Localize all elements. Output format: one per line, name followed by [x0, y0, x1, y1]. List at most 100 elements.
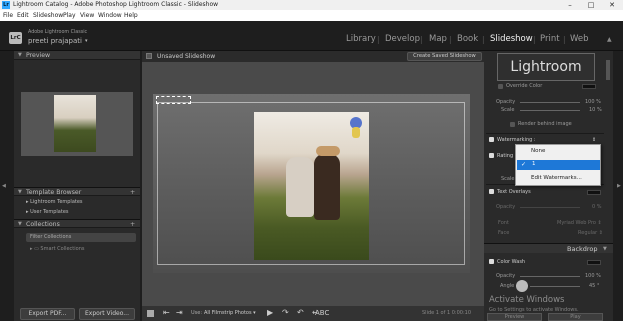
menu-file[interactable]: File — [3, 12, 13, 19]
module-separator: | — [377, 35, 380, 44]
watermarking-dropdown-icon[interactable]: ⇕ — [592, 137, 596, 143]
module-develop[interactable]: Develop — [385, 34, 420, 44]
export-video-button[interactable]: Export Video... — [79, 308, 135, 320]
minimize-button[interactable]: – — [560, 0, 580, 10]
module-book[interactable]: Book — [457, 34, 478, 44]
rotate-icon[interactable]: ↷ — [282, 308, 289, 317]
user-name[interactable]: preeti prajapati — [28, 37, 82, 45]
font-dropdown[interactable]: Myriad Web Pro ⇕ — [557, 220, 602, 226]
use-value: All Filmstrip Photos — [204, 310, 252, 316]
user-dropdown-icon[interactable]: ▾ — [85, 38, 88, 44]
template-browser-title: Template Browser — [26, 189, 82, 196]
play-button[interactable]: Play — [548, 313, 603, 321]
person-figure — [314, 154, 340, 220]
smart-collections-label: Smart Collections — [40, 246, 85, 252]
module-map[interactable]: Map — [429, 34, 447, 44]
backdrop-title: Backdrop — [567, 245, 598, 253]
template-folder-lightroom[interactable]: ▸ Lightroom Templates — [26, 199, 83, 205]
previous-slide-icon[interactable]: ⇤ — [163, 308, 170, 317]
angle-slider[interactable] — [530, 286, 580, 287]
wash-opacity-value[interactable]: 100 % — [585, 273, 601, 279]
slideshow-icon — [146, 53, 152, 59]
font-value: Myriad Web Pro — [557, 220, 596, 226]
opacity-value[interactable]: 100 % — [585, 99, 601, 105]
menu-bar: File Edit Slideshow Play View Window Hel… — [0, 10, 623, 21]
template-browser-header[interactable]: ▼ Template Browser + — [14, 187, 140, 196]
add-collection-icon[interactable]: + — [130, 220, 135, 229]
create-saved-slideshow-button[interactable]: Create Saved Slideshow — [407, 52, 482, 61]
wash-opacity-slider[interactable] — [520, 276, 580, 277]
abc-text-tool[interactable]: ABC — [315, 309, 329, 317]
module-separator: | — [420, 35, 423, 44]
module-print[interactable]: Print — [540, 34, 560, 44]
module-web[interactable]: Web — [570, 34, 589, 44]
angle-value[interactable]: 45 ° — [589, 283, 599, 289]
divider — [486, 133, 604, 134]
text-opacity-slider[interactable] — [520, 207, 580, 208]
slide-status: Slide 1 of 1 0:00:10 — [422, 310, 472, 316]
identity-plate-overlay[interactable] — [156, 96, 191, 104]
filter-collections-input[interactable]: Filter Collections — [26, 233, 136, 242]
left-panel-toggle-icon[interactable]: ◀ — [2, 183, 6, 189]
watermark-option-none[interactable]: None — [531, 148, 545, 154]
angle-dial[interactable] — [516, 280, 528, 292]
preview-button[interactable]: Preview — [487, 313, 542, 321]
face-dropdown[interactable]: Regular ⇕ — [578, 230, 603, 236]
stop-icon[interactable] — [147, 310, 154, 317]
preview-panel-header[interactable]: ▼ Preview — [14, 51, 140, 60]
title-bar: Lr Lightroom Catalog - Adobe Photoshop L… — [0, 0, 623, 10]
color-wash-label: Color Wash — [497, 259, 526, 265]
menu-view[interactable]: View — [80, 12, 94, 19]
collapse-top-icon[interactable]: ▲ — [607, 36, 612, 43]
window-title: Lightroom Catalog - Adobe Photoshop Ligh… — [13, 1, 219, 8]
override-color-checkbox[interactable] — [498, 84, 503, 89]
render-behind-checkbox[interactable] — [510, 122, 515, 127]
slide-canvas — [153, 94, 470, 273]
module-separator: | — [563, 35, 566, 44]
maximize-button[interactable]: □ — [581, 0, 601, 10]
color-wash-checkbox[interactable] — [489, 259, 494, 264]
module-library[interactable]: Library — [346, 34, 376, 44]
right-panel-toggle-icon[interactable]: ▶ — [617, 183, 621, 189]
slide-photo[interactable] — [254, 112, 369, 260]
override-color-label: Override Color — [506, 83, 543, 89]
text-opacity-value[interactable]: 0 % — [592, 204, 602, 210]
smart-collections-item[interactable]: ▸ ▭ Smart Collections — [30, 246, 84, 252]
scale-value[interactable]: 10 % — [589, 107, 602, 113]
menu-slideshow[interactable]: Slideshow — [33, 12, 63, 19]
use-dropdown[interactable]: All Filmstrip Photos ▾ — [204, 310, 256, 316]
slideshow-title: Unsaved Slideshow — [157, 53, 216, 60]
filter-placeholder: Filter Collections — [30, 234, 72, 240]
backdrop-header[interactable]: Backdrop ▼ — [484, 243, 613, 253]
export-pdf-button[interactable]: Export PDF... — [20, 308, 75, 320]
menu-help[interactable]: Help — [124, 12, 138, 19]
add-template-icon[interactable]: + — [130, 188, 135, 197]
color-wash-swatch[interactable] — [587, 260, 601, 265]
module-slideshow[interactable]: Slideshow — [490, 34, 533, 44]
play-icon[interactable]: ▶ — [267, 308, 273, 317]
opacity-slider[interactable] — [520, 102, 580, 103]
next-slide-icon[interactable]: ⇥ — [176, 308, 183, 317]
rating-scale-label: Scale — [501, 176, 515, 182]
collapse-triangle-icon: ▼ — [18, 52, 22, 58]
module-separator: | — [533, 35, 536, 44]
close-button[interactable]: ✕ — [602, 0, 622, 10]
rating-checkbox[interactable] — [489, 153, 494, 158]
collections-header[interactable]: ▼ Collections + — [14, 219, 140, 228]
person-figure — [286, 157, 314, 217]
override-color-swatch[interactable] — [582, 84, 596, 89]
watermark-option-1[interactable]: ✓ 1 — [517, 160, 600, 170]
text-overlay-color-swatch[interactable] — [587, 190, 601, 195]
scale-slider[interactable] — [520, 110, 580, 111]
identity-plate-preview[interactable]: Lightroom — [497, 53, 595, 81]
template-folder-user[interactable]: ▸ User Templates — [26, 209, 69, 215]
menu-window[interactable]: Window — [98, 12, 122, 19]
menu-play[interactable]: Play — [63, 12, 76, 19]
menu-edit[interactable]: Edit — [17, 12, 29, 19]
watermarking-checkbox[interactable] — [489, 137, 494, 142]
hat — [316, 146, 340, 156]
rotate-back-icon[interactable]: ↶ — [297, 308, 304, 317]
panel-scrollbar[interactable] — [606, 60, 610, 80]
text-overlays-checkbox[interactable] — [489, 189, 494, 194]
edit-watermarks-option[interactable]: Edit Watermarks... — [531, 175, 582, 181]
